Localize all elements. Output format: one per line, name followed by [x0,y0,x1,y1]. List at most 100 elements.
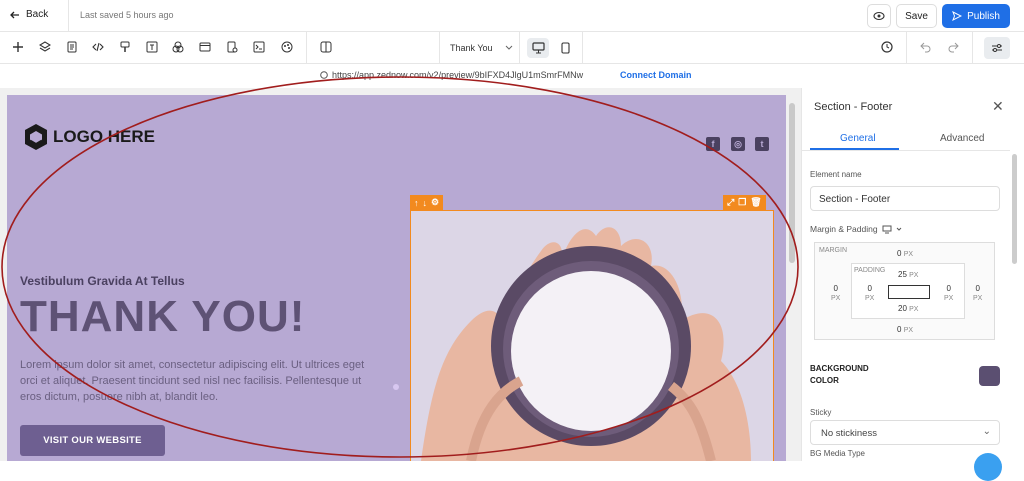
selected-element-outline [410,210,774,461]
palette-icon[interactable] [279,39,295,55]
facebook-icon[interactable]: f [706,137,720,151]
padding-right-value: 0 [946,284,951,293]
instagram-glyph: ◎ [734,138,742,149]
canvas-footer-section[interactable]: LOGO HERE f ◎ t Vestibulum Gravida At Te… [7,95,786,461]
divider [582,32,583,64]
settings-sliders-icon[interactable] [984,37,1010,59]
move-down-icon[interactable]: ↓ [423,198,428,208]
padding-top[interactable]: 25 PX [898,270,918,279]
form-icon[interactable] [224,39,240,55]
padding-label: PADDING [854,267,886,274]
terminal-icon[interactable] [251,39,267,55]
chevron-down-icon [505,45,512,50]
padding-box: PADDING 25 PX 0 PX 0 PX 20 PX [851,263,965,319]
layers-icon[interactable] [37,39,53,55]
preview-button[interactable] [867,4,891,28]
scrollbar-thumb[interactable] [789,103,795,263]
twitter-icon[interactable]: t [755,137,769,151]
expand-icon[interactable]: ⤢ [727,197,734,208]
globe-icon [320,71,328,79]
sticky-label: Sticky [810,408,832,417]
desktop-icon [531,42,545,54]
panel-scrollbar[interactable] [1012,154,1017,264]
plus-icon[interactable] [10,39,26,55]
close-icon[interactable]: ✕ [992,98,1004,115]
paint-icon[interactable] [117,39,133,55]
unit-label: PX [831,295,841,302]
margin-top-value: 0 [897,249,902,258]
unit-label: PX [909,306,919,313]
margin-left[interactable]: 0 PX [831,284,840,302]
preview-url-text: https://app.zednow.com/v2/preview/9bIFXD… [332,70,584,80]
tab-advanced[interactable]: Advanced [940,133,984,144]
visit-website-button[interactable]: VISIT OUR WEBSITE [20,425,165,456]
canvas-scrollbar[interactable] [788,95,796,461]
margin-right-value: 0 [975,284,980,293]
page-icon[interactable] [64,39,80,55]
margin-label: MARGIN [819,247,847,254]
padding-right[interactable]: 0 PX [944,284,953,302]
back-button[interactable]: Back [10,9,48,20]
margin-padding-text: Margin & Padding [810,224,878,234]
padding-bottom-value: 20 [898,304,907,313]
history-icon[interactable] [879,39,895,55]
move-up-icon[interactable]: ↑ [414,198,419,208]
padding-left-value: 0 [867,284,872,293]
subheading[interactable]: Vestibulum Gravida At Tellus [20,274,185,288]
bg-media-type-label: BG Media Type [810,449,865,458]
element-name-input[interactable]: Section - Footer [810,186,1000,211]
thank-you-heading[interactable]: THANK YOU! [20,292,305,342]
save-button[interactable]: Save [896,4,937,28]
publish-button[interactable]: Publish [942,4,1010,28]
unit-label: PX [973,295,983,302]
sticky-select-value: No stickiness [821,428,877,439]
active-tab-indicator [810,148,899,150]
padding-bottom[interactable]: 20 PX [898,304,918,313]
page-select[interactable]: Thank You [439,32,520,64]
facebook-glyph: f [711,139,715,149]
duplicate-icon[interactable]: ❐ [738,197,746,208]
mobile-icon [560,42,570,54]
desktop-icon[interactable] [882,225,892,234]
padding-top-value: 25 [898,270,907,279]
shapes-icon[interactable] [170,39,186,55]
trash-icon[interactable]: 🗑 [750,197,761,208]
padding-left[interactable]: 0 PX [865,284,874,302]
background-color-swatch[interactable] [979,366,1000,386]
page-select-value: Thank You [450,43,493,53]
margin-top[interactable]: 0 PX [897,249,913,258]
redo-icon[interactable] [945,39,961,55]
logo-text: LOGO HERE [53,127,156,146]
content-size-input[interactable] [888,285,930,299]
gear-icon[interactable]: ⚙ [431,197,439,208]
preview-url[interactable]: https://app.zednow.com/v2/preview/9bIFXD… [320,70,583,80]
sticky-select[interactable]: No stickiness ⌄ [810,420,1000,445]
eye-icon [873,11,885,21]
chevron-down-icon[interactable] [896,227,902,231]
element-toolbar-right: ⤢ ❐ 🗑 [723,195,766,210]
browser-icon[interactable] [197,39,213,55]
margin-right[interactable]: 0 PX [973,284,982,302]
mobile-view-button[interactable] [554,38,576,58]
text-icon[interactable] [144,39,160,55]
help-chat-button[interactable] [974,453,1002,481]
logo[interactable]: LOGO HERE [23,123,155,151]
undo-icon[interactable] [918,39,934,55]
divider [306,32,307,64]
code-icon[interactable] [90,39,106,55]
divider [972,32,973,64]
columns-icon[interactable] [318,39,334,55]
desktop-view-button[interactable] [527,38,549,58]
unit-label: PX [903,327,914,334]
background-color-label: BACKGROUND COLOR [810,364,869,385]
tab-general[interactable]: General [840,133,876,144]
hexagon-logo-icon [25,124,47,150]
instagram-icon[interactable]: ◎ [731,137,745,151]
body-text[interactable]: Lorem ipsum dolor sit amet, consectetur … [20,357,365,405]
resize-handle[interactable] [393,384,399,390]
publish-label: Publish [967,10,1000,22]
margin-bottom[interactable]: 0 PX [897,325,913,334]
connect-domain-link[interactable]: Connect Domain [620,70,692,80]
url-bar: https://app.zednow.com/v2/preview/9bIFXD… [0,64,1024,88]
unit-label: PX [944,295,954,302]
